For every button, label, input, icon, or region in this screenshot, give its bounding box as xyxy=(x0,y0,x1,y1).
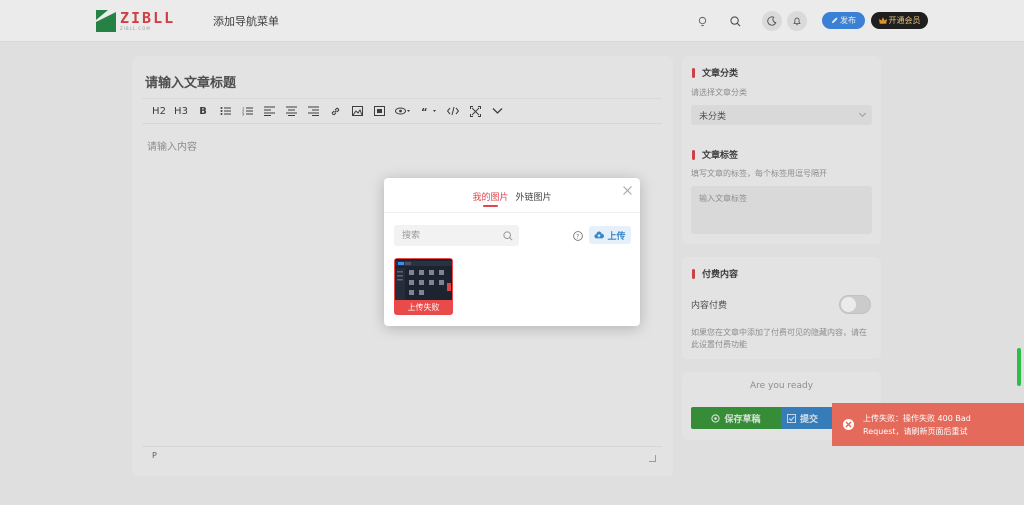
toolbar-h2-button[interactable]: H2 xyxy=(148,101,170,121)
post-content-editor[interactable]: 请输入内容 xyxy=(147,138,197,153)
error-icon xyxy=(843,419,854,430)
save-draft-icon xyxy=(711,413,721,423)
tags-title: 文章标签 xyxy=(702,151,739,161)
vip-button[interactable]: 开通会员 xyxy=(871,12,928,29)
tip-bulb-icon[interactable] xyxy=(692,11,712,31)
paid-title: 付费内容 xyxy=(702,270,739,280)
vip-label: 开通会员 xyxy=(888,16,921,25)
modal-divider xyxy=(384,212,640,213)
image-icon[interactable] xyxy=(346,101,368,121)
publish-button[interactable]: 发布 xyxy=(822,12,865,29)
logo-mark-icon xyxy=(96,10,116,32)
chevron-down-icon[interactable] xyxy=(486,101,508,121)
error-toast[interactable]: 上传失败：操作失败 400 Bad Request，请刷新页面后重试 xyxy=(832,403,1024,446)
align-left-icon[interactable] xyxy=(258,101,280,121)
svg-text:“: “ xyxy=(421,107,428,115)
align-center-icon[interactable] xyxy=(280,101,302,121)
help-icon[interactable]: ? xyxy=(573,231,583,241)
code-icon[interactable] xyxy=(442,101,464,121)
tags-hint: 填写文章的标签，每个标签用逗号隔开 xyxy=(691,169,827,178)
toolbar-h3-button[interactable]: H3 xyxy=(170,101,192,121)
toggle-knob xyxy=(841,297,856,312)
paid-heading: 付费内容 xyxy=(692,267,738,280)
image-picker-modal: 我的图片 外链图片 ? 上传 xyxy=(384,178,640,326)
category-hint: 请选择文章分类 xyxy=(691,88,747,97)
fullscreen-icon[interactable] xyxy=(464,101,486,121)
toast-message: 上传失败：操作失败 400 Bad Request，请刷新页面后重试 xyxy=(863,413,971,436)
bullet-list-icon[interactable] xyxy=(214,101,236,121)
quote-icon[interactable]: “ xyxy=(416,101,442,121)
heading-accent-bar xyxy=(692,149,695,160)
align-right-icon[interactable] xyxy=(302,101,324,121)
link-icon[interactable] xyxy=(324,101,346,121)
pencil-icon xyxy=(831,17,838,24)
notification-bell-icon[interactable] xyxy=(787,11,807,31)
editor-toolbar: H2 H3 B 123 “ xyxy=(142,98,662,124)
save-draft-label: 保存草稿 xyxy=(724,414,761,425)
modal-tabs: 我的图片 外链图片 xyxy=(384,190,640,207)
crown-icon xyxy=(878,17,887,24)
category-select[interactable]: 未分类 xyxy=(691,105,872,125)
search-icon[interactable] xyxy=(503,231,513,241)
image-thumbnail[interactable]: 上传失败 xyxy=(394,258,453,315)
page-scrollbar[interactable] xyxy=(1017,348,1021,386)
save-draft-button[interactable]: 保存草稿 xyxy=(691,407,781,429)
image-search-input[interactable] xyxy=(394,225,519,246)
tags-heading: 文章标签 xyxy=(692,148,738,161)
paid-content-card: 付费内容 内容付费 如果您在文章中添加了付费可见的隐藏内容，请在此设置付费功能 xyxy=(682,257,881,359)
tags-input[interactable]: 输入文章标签 xyxy=(691,186,872,234)
top-header: ZIBLL ZIBLL.COM 添加导航菜单 发布 开通会员 xyxy=(0,0,1024,42)
cloud-upload-icon xyxy=(594,231,605,239)
tab-external-images[interactable]: 外链图片 xyxy=(516,190,552,207)
svg-text:?: ? xyxy=(576,233,579,241)
numbered-list-icon[interactable]: 123 xyxy=(236,101,258,121)
nav-menu-link[interactable]: 添加导航菜单 xyxy=(213,13,279,29)
toolbar-bold-button[interactable]: B xyxy=(192,101,214,121)
close-icon[interactable] xyxy=(622,185,633,196)
tab-my-images[interactable]: 我的图片 xyxy=(472,190,509,207)
search-icon[interactable] xyxy=(725,11,745,31)
hide-content-eye-icon[interactable] xyxy=(390,101,416,121)
element-path: P xyxy=(152,451,157,460)
paid-hint: 如果您在文章中添加了付费可见的隐藏内容，请在此设置付费功能 xyxy=(691,328,867,349)
category-title: 文章分类 xyxy=(702,69,739,79)
chevron-down-icon xyxy=(858,109,867,118)
tags-placeholder: 输入文章标签 xyxy=(699,194,747,203)
submit-label: 提交 xyxy=(800,414,819,425)
logo-wordmark: ZIBLL xyxy=(120,9,176,27)
logo-subtext: ZIBLL.COM xyxy=(120,26,151,31)
category-tags-card: 文章分类 请选择文章分类 未分类 文章标签 填写文章的标签，每个标签用逗号隔开 … xyxy=(682,56,881,244)
heading-accent-bar xyxy=(692,268,695,279)
post-title-input[interactable]: 请输入文章标题 xyxy=(145,72,236,91)
category-heading: 文章分类 xyxy=(692,66,738,79)
upload-label: 上传 xyxy=(607,231,626,242)
svg-text:3: 3 xyxy=(242,113,244,117)
thumbnail-preview-image xyxy=(395,259,452,302)
video-icon[interactable] xyxy=(368,101,390,121)
submit-check-icon xyxy=(787,413,796,423)
heading-accent-bar xyxy=(692,67,695,78)
upload-button[interactable]: 上传 xyxy=(589,226,631,244)
site-logo[interactable]: ZIBLL ZIBLL.COM xyxy=(96,9,175,33)
upload-failed-label: 上传失败 xyxy=(395,300,452,314)
resize-handle[interactable] xyxy=(649,455,656,462)
publish-label: 发布 xyxy=(840,16,856,25)
paid-toggle-label: 内容付费 xyxy=(691,301,728,311)
editor-statusbar: P xyxy=(142,446,662,464)
dark-mode-moon-icon[interactable] xyxy=(762,11,782,31)
paid-content-toggle[interactable] xyxy=(839,295,871,314)
category-selected-value: 未分类 xyxy=(699,112,727,122)
ready-text: Are you ready xyxy=(749,381,814,391)
